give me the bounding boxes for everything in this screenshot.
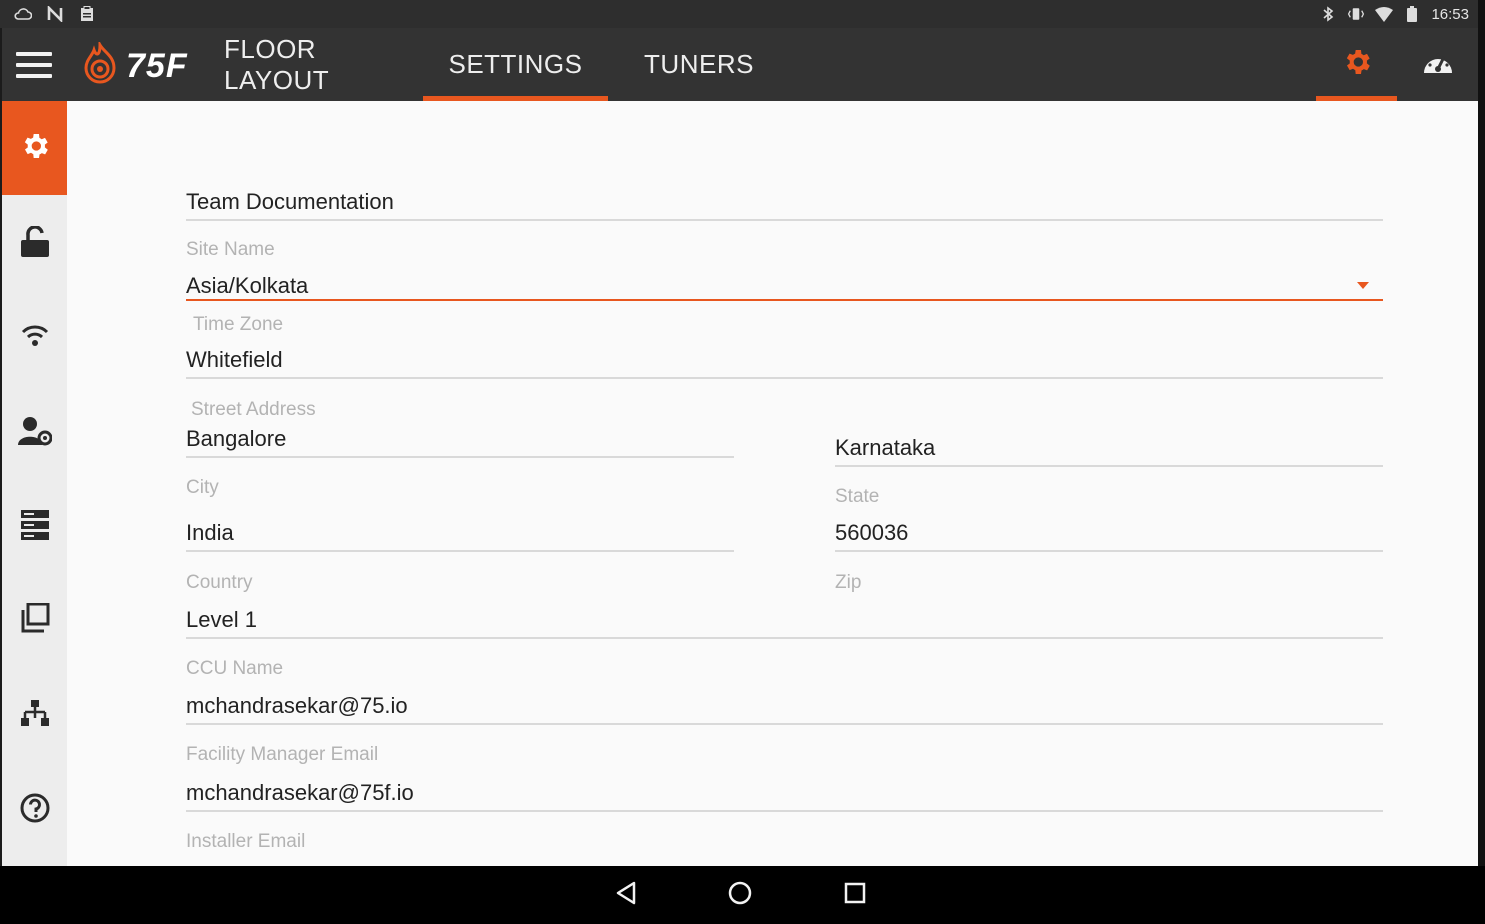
city-value: Bangalore xyxy=(186,426,287,451)
rail-security[interactable] xyxy=(2,197,67,291)
tab-tuners[interactable]: TUNERS xyxy=(614,28,784,101)
street-address-field[interactable]: Whitefield xyxy=(186,339,1383,379)
country-value: India xyxy=(186,520,234,545)
home-button[interactable] xyxy=(722,878,758,912)
installer-email-field[interactable]: mchandrasekar@75f.io xyxy=(186,772,1383,812)
wifi-icon xyxy=(21,325,49,352)
rail-wifi[interactable] xyxy=(2,291,67,385)
unlock-icon xyxy=(20,224,50,263)
brand-name: 75F xyxy=(126,47,188,85)
wifi-signal-icon xyxy=(1375,5,1394,23)
status-bar: 16:53 xyxy=(0,0,1485,28)
flame-logo-icon xyxy=(80,39,120,91)
facility-manager-email-value: mchandrasekar@75.io xyxy=(186,693,408,718)
tab-label: TUNERS xyxy=(644,49,754,79)
time-zone-select[interactable]: Asia/Kolkata xyxy=(186,261,1383,301)
zip-field[interactable]: 560036 xyxy=(835,512,1383,552)
cloud-icon xyxy=(14,5,32,23)
vibrate-icon xyxy=(1347,5,1365,23)
brand-logo: 75F xyxy=(80,39,188,91)
gear-icon xyxy=(19,130,51,167)
back-icon xyxy=(615,881,637,910)
rail-copy[interactable] xyxy=(2,573,67,667)
back-button[interactable] xyxy=(608,878,644,912)
state-value: Karnataka xyxy=(835,435,936,460)
side-rail xyxy=(2,101,67,866)
site-name-label: Site Name xyxy=(186,239,275,260)
help-icon xyxy=(20,793,50,828)
network-icon xyxy=(20,699,50,733)
tab-label: FLOOR LAYOUT xyxy=(224,33,330,95)
installer-email-label: Installer Email xyxy=(186,831,306,852)
n-icon xyxy=(46,5,64,23)
facility-manager-email-field[interactable]: mchandrasekar@75.io xyxy=(186,685,1383,725)
rail-devices[interactable] xyxy=(2,480,67,574)
clipboard-icon xyxy=(78,5,96,23)
bluetooth-icon xyxy=(1319,5,1337,23)
time-zone-value: Asia/Kolkata xyxy=(186,273,309,298)
user-settings-icon xyxy=(17,416,52,451)
status-bar-right-icons: 16:53 xyxy=(1319,5,1469,23)
state-label: State xyxy=(835,486,880,507)
city-label: City xyxy=(186,477,219,498)
recents-button[interactable] xyxy=(837,878,873,912)
zip-value: 560036 xyxy=(835,520,909,545)
settings-form: Team Documentation Site Name Asia/Kolkat… xyxy=(67,101,1478,866)
app-bar: 75F FLOOR LAYOUT SETTINGS TUNERS xyxy=(2,28,1478,101)
ccu-name-value: Level 1 xyxy=(186,607,257,632)
site-name-field[interactable]: Team Documentation xyxy=(186,181,1383,221)
ccu-name-field[interactable]: Level 1 xyxy=(186,599,1383,639)
screen-edge xyxy=(1478,0,1485,924)
ccu-name-label: CCU Name xyxy=(186,658,284,679)
rail-help[interactable] xyxy=(2,763,67,857)
country-field[interactable]: India xyxy=(186,512,734,552)
server-icon xyxy=(20,509,49,545)
rail-user-settings[interactable] xyxy=(2,386,67,480)
country-label: Country xyxy=(186,572,253,593)
site-name-value: Team Documentation xyxy=(186,189,394,214)
recents-icon xyxy=(844,882,866,909)
rail-general-settings[interactable] xyxy=(2,101,67,195)
system-nav-bar xyxy=(0,866,1485,924)
city-field[interactable]: Bangalore xyxy=(186,418,734,458)
status-bar-left-icons xyxy=(14,5,96,23)
street-address-value: Whitefield xyxy=(186,347,283,372)
gear-icon xyxy=(1341,46,1373,83)
tab-label: SETTINGS xyxy=(448,49,583,79)
home-icon xyxy=(728,881,752,910)
status-time: 16:53 xyxy=(1431,5,1469,23)
speedometer-icon xyxy=(1422,47,1454,82)
state-field[interactable]: Karnataka xyxy=(835,427,1383,467)
menu-icon[interactable] xyxy=(16,52,52,78)
facility-manager-email-label: Facility Manager Email xyxy=(186,744,379,765)
zip-label: Zip xyxy=(835,572,862,593)
installer-email-value: mchandrasekar@75f.io xyxy=(186,780,414,805)
dashboard-button[interactable] xyxy=(1402,28,1474,101)
tab-settings[interactable]: SETTINGS xyxy=(423,28,608,101)
rail-network[interactable] xyxy=(2,669,67,763)
dropdown-arrow-icon[interactable] xyxy=(1357,282,1369,289)
tab-floor-layout[interactable]: FLOOR LAYOUT xyxy=(224,28,414,101)
settings-gear-button[interactable] xyxy=(1316,28,1397,101)
battery-icon xyxy=(1403,5,1421,23)
time-zone-label: Time Zone xyxy=(193,314,284,335)
copy-icon xyxy=(20,602,50,638)
